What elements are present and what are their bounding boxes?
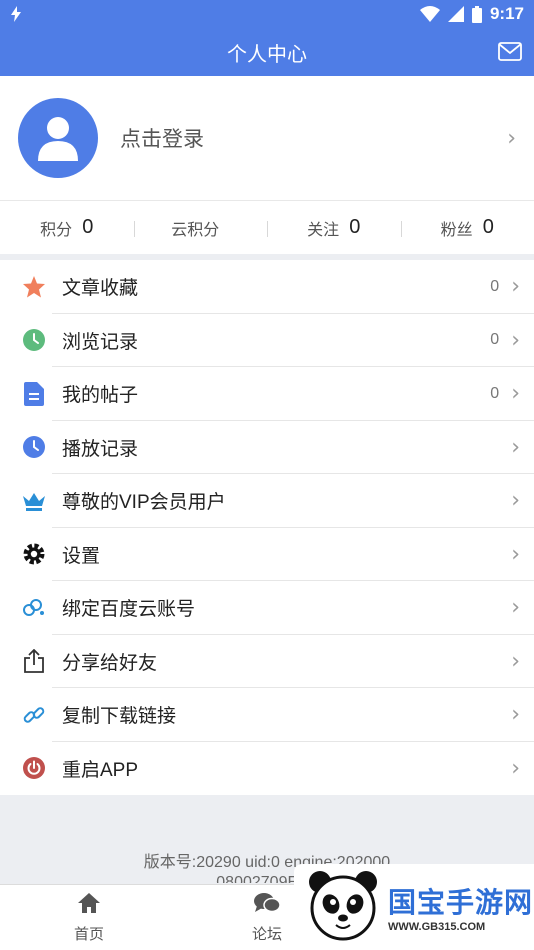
menu-item-play-history[interactable]: 播放记录 › [0,421,534,475]
menu-item-count: 0 [490,277,500,295]
menu-item-restart[interactable]: 重启APP › [0,742,534,796]
menu-item-label: 设置 [62,545,101,567]
menu-item-label: 文章收藏 [62,278,139,300]
chevron-right-icon: › [511,755,520,781]
menu-item-label: 尊敬的VIP会员用户 [62,492,226,514]
stat-value: 0 [82,216,94,238]
menu-item-history[interactable]: 浏览记录 0 › [0,314,534,368]
menu-item-label: 绑定百度云账号 [62,599,196,621]
flash-icon [10,6,22,22]
menu-item-label: 播放记录 [62,438,139,460]
stat-cloud-points[interactable]: 云积分 [133,216,268,240]
menu-list: 文章收藏 0 › 浏览记录 0 › 我的帖子 0 › 播放记录 › 尊敬的VIP… [0,260,534,795]
chevron-right-icon: › [511,488,520,514]
tab-label: 论坛 [251,925,282,943]
home-icon [77,892,101,919]
tab-label: 首页 [73,925,104,943]
menu-item-bind-baidu[interactable]: 绑定百度云账号 › [0,581,534,635]
profile-login-row[interactable]: 点击登录 › [0,76,534,200]
mail-icon[interactable] [498,42,522,66]
panda-logo-icon [306,868,380,947]
menu-item-my-posts[interactable]: 我的帖子 0 › [0,367,534,421]
battery-icon [471,5,482,23]
chevron-right-icon: › [511,595,520,621]
menu-item-copy-link[interactable]: 复制下载链接 › [0,688,534,742]
stat-following[interactable]: 关注 0 [267,216,401,240]
signal-icon [447,6,464,22]
stat-followers[interactable]: 粉丝 0 [400,216,534,240]
watermark-logo: 国宝手游网 WWW.GB315.COM [294,864,534,950]
stat-value: 0 [349,216,361,238]
chevron-right-icon: › [511,702,520,728]
stat-points[interactable]: 积分 0 [0,216,134,240]
menu-item-label: 分享给好友 [62,652,158,674]
chevron-right-icon: › [511,381,520,407]
stat-label: 积分 [40,221,73,239]
share-icon [20,647,48,675]
tab-home[interactable]: 首页 [0,885,178,950]
menu-item-favorites[interactable]: 文章收藏 0 › [0,260,534,314]
star-icon [20,273,48,301]
user-icon [38,117,78,161]
wifi-icon [419,6,440,22]
chevron-right-icon: › [511,274,520,300]
stat-label: 粉丝 [440,221,473,239]
clock-icon [20,326,48,354]
power-icon [20,754,48,782]
stat-value: 0 [482,216,494,238]
app-bar: 个人中心 [0,28,534,76]
clock-icon [20,433,48,461]
chevron-right-icon: › [511,541,520,567]
chevron-right-icon: › [511,327,520,353]
chevron-right-icon: › [511,434,520,460]
chevron-right-icon: › [511,648,520,674]
menu-item-settings[interactable]: 设置 › [0,528,534,582]
status-bar: 9:17 [0,0,534,28]
menu-item-label: 重启APP [62,759,139,781]
gear-icon [20,540,48,568]
chat-icon [253,892,281,919]
stats-bar: 积分 0 云积分 关注 0 粉丝 0 [0,200,534,254]
menu-item-label: 我的帖子 [62,385,139,407]
page-title: 个人中心 [227,43,307,66]
menu-item-label: 浏览记录 [62,331,139,353]
cloud-link-icon [20,594,48,622]
menu-item-count: 0 [490,331,500,349]
chevron-right-icon: › [507,125,516,151]
menu-item-label: 复制下载链接 [62,706,177,728]
menu-item-count: 0 [490,384,500,402]
watermark-url: WWW.GB315.COM [388,921,486,933]
menu-item-share[interactable]: 分享给好友 › [0,635,534,689]
menu-item-vip[interactable]: 尊敬的VIP会员用户 › [0,474,534,528]
stat-label: 关注 [307,221,340,239]
avatar[interactable] [18,98,98,178]
document-icon [20,380,48,408]
crown-icon [20,487,48,515]
clock-time: 9:17 [489,4,524,23]
login-link[interactable]: 点击登录 [120,123,507,153]
link-icon [20,701,48,729]
watermark-title: 国宝手游网 [388,887,534,918]
stat-label: 云积分 [171,221,220,239]
